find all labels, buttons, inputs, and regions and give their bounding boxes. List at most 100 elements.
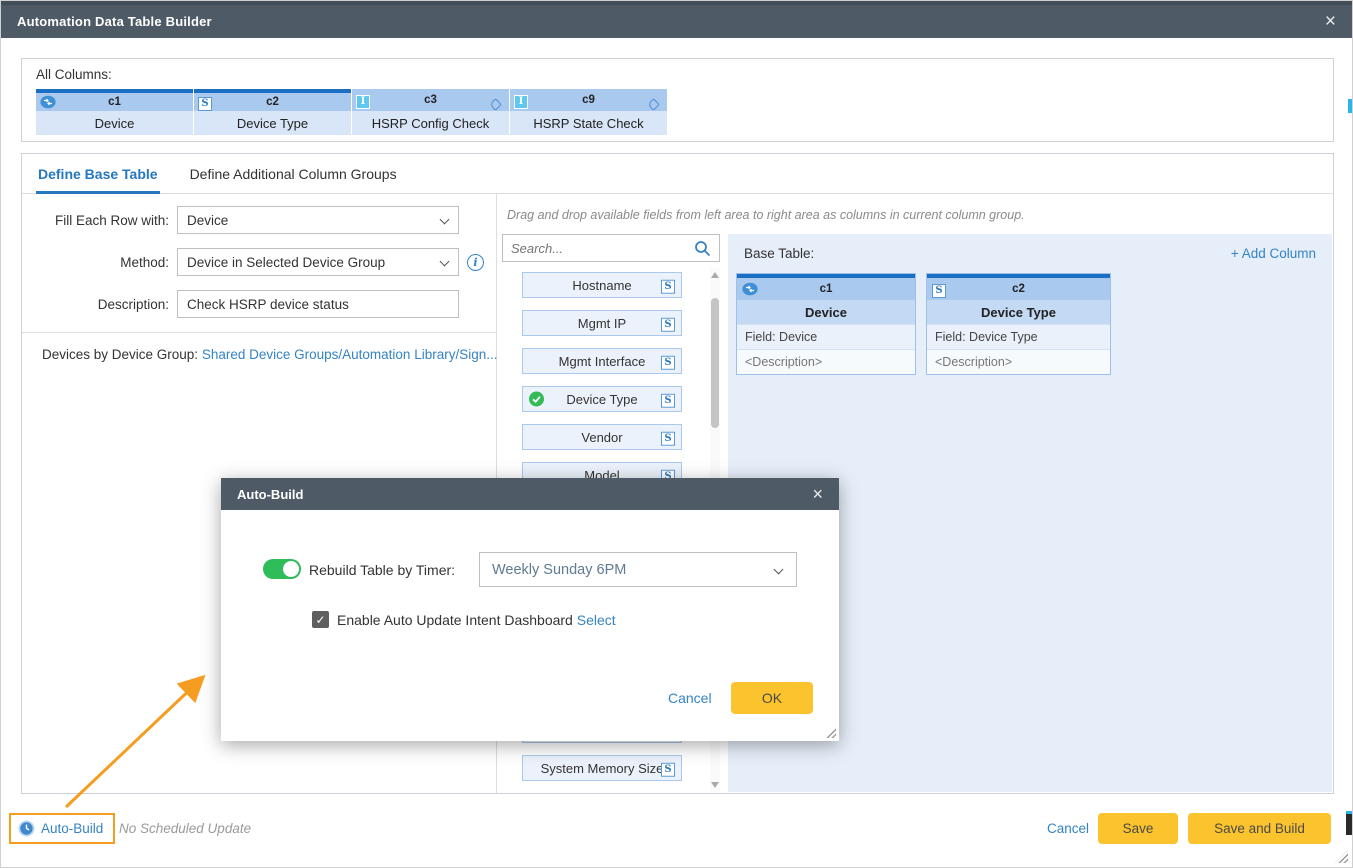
chevron-down-icon bbox=[440, 257, 450, 267]
base-table-column-c1[interactable]: c1DeviceField: Device<Description> bbox=[736, 273, 916, 375]
device-group-label: Devices by Device Group: bbox=[42, 347, 198, 362]
tab-define-additional-column-groups[interactable]: Define Additional Column Groups bbox=[174, 154, 413, 194]
base-table-column-c2[interactable]: Sc2 Device TypeField: Device Type<Descrip… bbox=[926, 273, 1111, 375]
device-group-link[interactable]: Shared Device Groups/Automation Library/… bbox=[202, 347, 498, 362]
field-search-box[interactable] bbox=[502, 234, 720, 262]
modal-resize-grip[interactable] bbox=[825, 727, 836, 738]
dialog-titlebar: Automation Data Table Builder × bbox=[1, 1, 1352, 38]
save-button[interactable]: Save bbox=[1098, 813, 1178, 844]
all-columns-chip-c2[interactable]: Sc2 Device Type bbox=[194, 89, 351, 135]
string-type-icon: S bbox=[198, 97, 212, 111]
string-type-icon: S bbox=[932, 284, 946, 298]
string-type-icon: S bbox=[661, 762, 675, 776]
column-name: HSRP State Check bbox=[510, 111, 667, 135]
cancel-link[interactable]: Cancel bbox=[1047, 821, 1089, 836]
chevron-down-icon bbox=[440, 215, 450, 225]
auto-build-modal-titlebar: Auto-Build × bbox=[221, 478, 839, 510]
field-item-mgmt-ip[interactable]: Mgmt IP S bbox=[522, 310, 682, 336]
base-table-columns: c1DeviceField: Device<Description> Sc2 Dev… bbox=[728, 271, 1332, 377]
edge-scroll-indicator bbox=[1348, 99, 1353, 113]
column-name: HSRP Config Check bbox=[352, 111, 509, 135]
column-description: <Description> bbox=[927, 349, 1110, 374]
string-type-icon: S bbox=[661, 393, 675, 407]
dialog-title: Automation Data Table Builder bbox=[17, 14, 212, 29]
column-id: c9 bbox=[582, 94, 595, 106]
field-item-system-memory-size[interactable]: System Memory SizeS bbox=[522, 755, 682, 781]
field-label: System Memory Size bbox=[541, 761, 664, 776]
clock-icon bbox=[18, 820, 35, 837]
tag-icon bbox=[647, 98, 660, 111]
tab-define-base-table[interactable]: Define Base Table bbox=[22, 154, 174, 194]
field-item-hostname[interactable]: HostnameS bbox=[522, 272, 682, 298]
enable-auto-update-checkbox[interactable]: ✓ bbox=[312, 611, 329, 628]
automation-data-table-builder-dialog: Automation Data Table Builder × All Colu… bbox=[0, 0, 1353, 868]
field-label: Vendor bbox=[581, 430, 622, 445]
string-type-icon: S bbox=[661, 355, 675, 369]
column-name: Device Type bbox=[927, 300, 1110, 324]
device-icon bbox=[40, 96, 56, 109]
field-item-vendor[interactable]: VendorS bbox=[522, 424, 682, 450]
drag-drop-instruction: Drag and drop available fields from left… bbox=[507, 208, 1025, 222]
fill-each-row-label: Fill Each Row with: bbox=[22, 213, 177, 228]
edge-scroll-indicator bbox=[1346, 811, 1353, 835]
column-name: Device Type bbox=[194, 111, 351, 135]
description-input[interactable] bbox=[177, 290, 459, 318]
scroll-down-icon[interactable] bbox=[711, 782, 719, 788]
field-label: Mgmt IP bbox=[578, 316, 626, 331]
tag-icon bbox=[489, 98, 502, 111]
field-search-input[interactable] bbox=[511, 241, 694, 256]
column-field: Field: Device bbox=[737, 324, 915, 349]
intent-type-icon: I bbox=[356, 95, 370, 109]
modal-cancel-link[interactable]: Cancel bbox=[668, 690, 712, 706]
fill-each-row-select[interactable]: Device bbox=[177, 206, 459, 234]
close-icon[interactable]: × bbox=[1325, 12, 1336, 31]
tabbar: Define Base Table Define Additional Colu… bbox=[22, 154, 1333, 194]
all-columns-chip-c3[interactable]: Ic3HSRP Config Check bbox=[352, 89, 509, 135]
add-column-link[interactable]: + Add Column bbox=[1231, 246, 1316, 261]
devices-by-device-group-row: Devices by Device Group: Shared Device G… bbox=[22, 333, 496, 362]
column-field: Field: Device Type bbox=[927, 324, 1110, 349]
column-id: c1 bbox=[820, 283, 833, 295]
scrollbar-thumb[interactable] bbox=[711, 298, 719, 428]
auto-build-modal: Auto-Build × Rebuild Table by Timer: Wee… bbox=[221, 478, 839, 741]
select-dashboard-link[interactable]: Select bbox=[577, 612, 616, 628]
auto-build-modal-title: Auto-Build bbox=[237, 487, 303, 502]
all-columns-label: All Columns: bbox=[36, 67, 1319, 82]
column-id: c2 bbox=[266, 96, 279, 108]
selected-check-icon bbox=[529, 392, 544, 407]
base-table-label: Base Table: bbox=[744, 246, 814, 261]
string-type-icon: S bbox=[661, 317, 675, 331]
column-id: c1 bbox=[108, 96, 121, 108]
all-columns-row: c1 Device Sc2 Device TypeIc3HSRP Config Che… bbox=[36, 89, 1319, 135]
intent-type-icon: I bbox=[514, 95, 528, 109]
device-icon bbox=[742, 283, 758, 296]
all-columns-section: All Columns: c1 Device Sc2 Device TypeIc3HS… bbox=[21, 58, 1334, 142]
save-and-build-button[interactable]: Save and Build bbox=[1188, 813, 1331, 844]
modal-ok-button[interactable]: OK bbox=[731, 682, 813, 714]
method-select[interactable]: Device in Selected Device Group bbox=[177, 248, 459, 276]
auto-build-button[interactable]: Auto-Build bbox=[9, 813, 115, 844]
chevron-down-icon bbox=[774, 565, 784, 575]
all-columns-chip-c1[interactable]: c1 Device bbox=[36, 89, 193, 135]
info-icon[interactable]: i bbox=[467, 254, 484, 271]
field-item-mgmt-interface[interactable]: Mgmt InterfaceS bbox=[522, 348, 682, 374]
close-icon[interactable]: × bbox=[812, 484, 823, 505]
rebuild-timer-toggle[interactable] bbox=[263, 559, 301, 579]
column-description: <Description> bbox=[737, 349, 915, 374]
description-label: Description: bbox=[22, 297, 177, 312]
all-columns-chip-c9[interactable]: Ic9 HSRP State Check bbox=[510, 89, 667, 135]
form-area: Fill Each Row with: Device Method: Devic… bbox=[22, 194, 496, 333]
field-item-device-type[interactable]: Device Type S bbox=[522, 386, 682, 412]
timer-select[interactable]: Weekly Sunday 6PM bbox=[479, 552, 797, 587]
column-id: c2 bbox=[1012, 283, 1025, 295]
search-icon bbox=[694, 240, 711, 257]
auto-build-label: Auto-Build bbox=[41, 821, 103, 836]
string-type-icon: S bbox=[661, 279, 675, 293]
method-label: Method: bbox=[22, 255, 177, 270]
field-label: Device Type bbox=[566, 392, 637, 407]
scroll-up-icon[interactable] bbox=[711, 272, 719, 278]
column-name: Device bbox=[36, 111, 193, 135]
schedule-status-text: No Scheduled Update bbox=[119, 821, 251, 836]
toggle-knob bbox=[283, 561, 299, 577]
rebuild-timer-label: Rebuild Table by Timer: bbox=[309, 562, 455, 578]
